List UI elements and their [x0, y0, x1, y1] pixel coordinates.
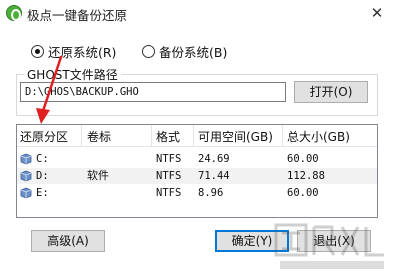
radio-checked-icon[interactable]: [31, 44, 44, 58]
drive-icon: [20, 153, 32, 165]
row-format: NTFS: [156, 153, 182, 165]
partition-table[interactable]: 还原分区 卷标 格式 可用空间(GB) 总大小(GB) C: NTFS 24.6…: [16, 124, 378, 218]
header-total-size[interactable]: 总大小(GB): [287, 128, 350, 145]
table-row[interactable]: C: NTFS 24.69 60.00: [17, 151, 377, 167]
restore-radio[interactable]: 还原系统(R): [31, 42, 116, 60]
radio-unchecked-icon[interactable]: [142, 44, 155, 58]
header-volume-label[interactable]: 卷标: [87, 128, 111, 145]
header-divider[interactable]: [151, 125, 152, 147]
row-free: 8.96: [198, 187, 224, 199]
window-title: 极点一键备份还原: [27, 8, 128, 23]
watermark-logo-icon: [274, 223, 384, 269]
title-bar: 极点一键备份还原 ✕: [0, 0, 394, 26]
row-total: 112.88: [287, 170, 325, 182]
table-row[interactable]: D: 软件 NTFS 71.44 112.88: [17, 168, 377, 184]
backup-radio-label[interactable]: 备份系统(B): [159, 42, 227, 61]
open-button[interactable]: 打开(O): [294, 81, 368, 103]
backup-radio[interactable]: 备份系统(B): [142, 42, 227, 60]
drive-icon: [20, 187, 32, 199]
row-total: 60.00: [287, 187, 319, 199]
header-partition[interactable]: 还原分区: [20, 128, 68, 145]
ghost-path-group-label: GHOST文件路径: [24, 66, 121, 83]
header-divider[interactable]: [81, 125, 82, 147]
drive-icon: [20, 170, 32, 182]
row-drive: E:: [36, 187, 49, 199]
row-free: 71.44: [198, 170, 230, 182]
row-total: 60.00: [287, 153, 319, 165]
row-label: 软件: [87, 169, 109, 182]
header-free-space[interactable]: 可用空间(GB): [198, 128, 273, 145]
row-drive: C:: [36, 153, 49, 165]
header-divider[interactable]: [193, 125, 194, 147]
row-format: NTFS: [156, 170, 182, 182]
close-button[interactable]: ✕: [366, 2, 388, 24]
table-row[interactable]: E: NTFS 8.96 60.00: [17, 185, 377, 201]
header-format[interactable]: 格式: [156, 128, 180, 145]
row-free: 24.69: [198, 153, 230, 165]
table-header: 还原分区 卷标 格式 可用空间(GB) 总大小(GB): [17, 125, 377, 147]
advanced-button[interactable]: 高级(A): [31, 230, 105, 252]
header-divider[interactable]: [282, 125, 283, 147]
row-drive: D:: [36, 170, 49, 182]
app-logo-icon: [6, 5, 22, 21]
restore-radio-label[interactable]: 还原系统(R): [48, 42, 116, 61]
ghost-path-input[interactable]: D:\GHOS\BACKUP.GHO: [20, 82, 286, 102]
row-format: NTFS: [156, 187, 182, 199]
